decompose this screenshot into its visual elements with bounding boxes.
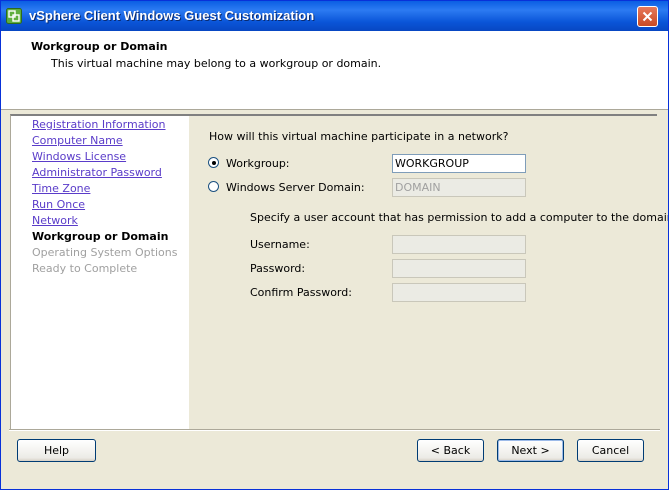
step-computer-name[interactable]: Computer Name [32,134,123,147]
username-label: Username: [250,238,310,251]
domain-label: Windows Server Domain: [226,181,365,194]
step-windows-license[interactable]: Windows License [32,150,126,163]
form-panel: How will this virtual machine participat… [189,114,668,432]
password-input[interactable] [392,259,526,278]
next-button[interactable]: Next > [497,439,564,462]
title-bar[interactable]: vSphere Client Windows Guest Customizati… [1,1,668,31]
vsphere-app-icon [6,8,22,24]
help-button[interactable]: Help [17,439,96,462]
workgroup-label: Workgroup: [226,157,290,170]
back-button[interactable]: < Back [417,439,484,462]
confirm-password-label: Confirm Password: [250,286,352,299]
step-run-once[interactable]: Run Once [32,198,85,211]
network-question: How will this virtual machine participat… [209,130,509,143]
step-workgroup-or-domain: Workgroup or Domain [32,230,169,243]
username-input[interactable] [392,235,526,254]
customization-wizard-window: vSphere Client Windows Guest Customizati… [0,0,669,490]
cancel-button[interactable]: Cancel [577,439,644,462]
step-registration-information[interactable]: Registration Information [32,118,166,131]
close-button[interactable] [637,6,658,27]
domain-radio[interactable] [208,181,219,192]
page-title: Workgroup or Domain [31,40,168,53]
workgroup-radio[interactable] [208,157,219,168]
domain-input[interactable] [392,178,526,197]
step-administrator-password[interactable]: Administrator Password [32,166,162,179]
footer-divider [9,429,660,431]
step-network[interactable]: Network [32,214,78,227]
confirm-password-input[interactable] [392,283,526,302]
account-hint: Specify a user account that has permissi… [250,211,669,224]
wizard-steps-panel: Registration Information Computer Name W… [10,114,190,431]
step-ready-to-complete: Ready to Complete [32,262,138,275]
workgroup-input[interactable] [392,154,526,173]
page-subtitle: This virtual machine may belong to a wor… [51,57,382,70]
password-label: Password: [250,262,306,275]
wizard-header: Workgroup or Domain This virtual machine… [1,31,668,110]
radio-selected-dot [212,161,216,165]
close-icon [642,11,653,22]
step-operating-system-options: Operating System Options [32,246,178,259]
step-time-zone[interactable]: Time Zone [32,182,90,195]
window-title: vSphere Client Windows Guest Customizati… [29,8,315,23]
